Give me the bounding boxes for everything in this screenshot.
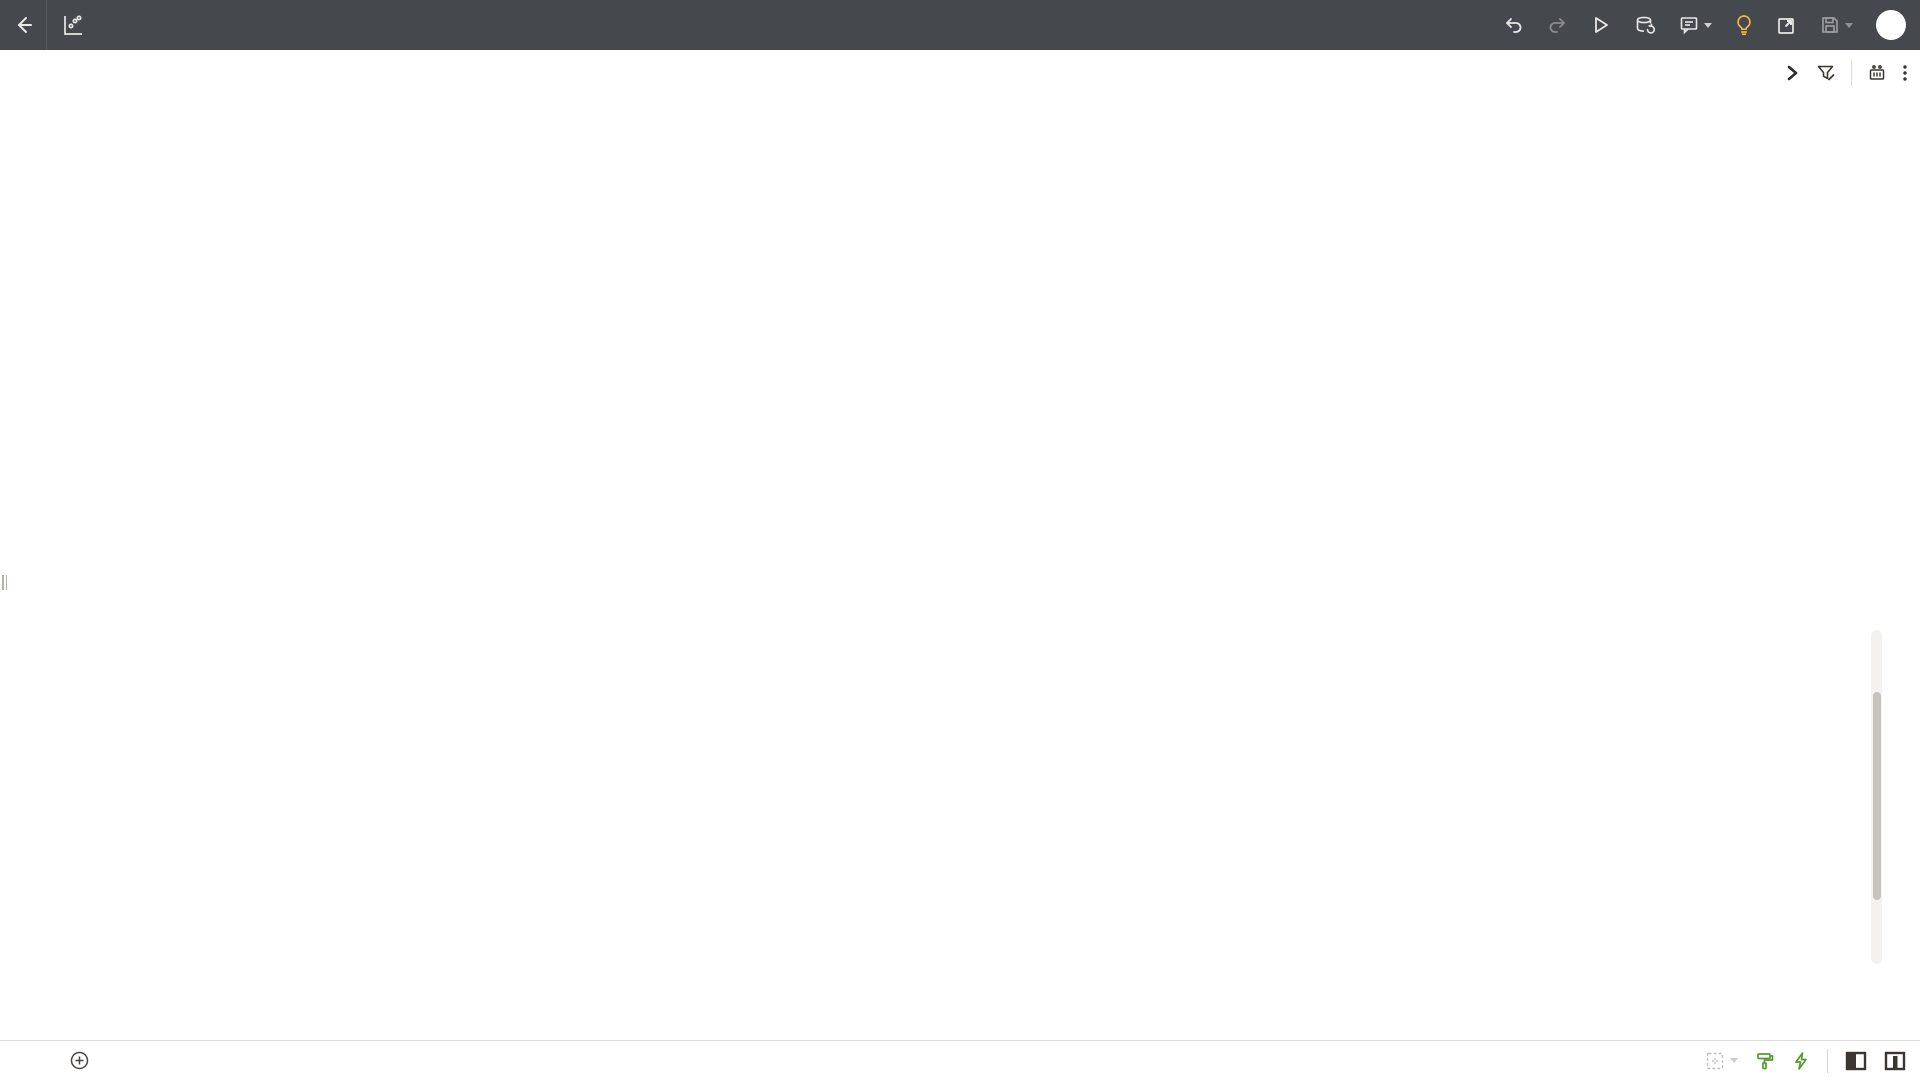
style-roller-icon[interactable]	[1755, 1051, 1775, 1071]
add-canvas-icon[interactable]	[70, 1051, 89, 1070]
open-in-new-window-icon[interactable]	[1776, 15, 1797, 36]
analytics-logo-icon	[61, 13, 85, 37]
app-header	[0, 0, 1920, 50]
table-scrollbar-thumb[interactable]	[1873, 692, 1881, 900]
auto-apply-bolt-icon[interactable]	[1792, 1051, 1810, 1071]
save-caret-icon	[1845, 23, 1853, 28]
comments-icon[interactable]	[1679, 15, 1712, 35]
filter-bar-divider	[1851, 60, 1852, 86]
comments-caret-icon	[1704, 23, 1712, 28]
canvas-drag-handle[interactable]	[2, 575, 7, 590]
table-scrollbar[interactable]	[1871, 630, 1882, 964]
line-chart-card	[24, 106, 959, 485]
undo-icon[interactable]	[1503, 15, 1524, 35]
table-container	[24, 630, 1882, 964]
insights-bulb-icon[interactable]	[1735, 14, 1753, 36]
canvas-toolbar	[1705, 1041, 1906, 1081]
run-play-icon[interactable]	[1591, 15, 1611, 35]
save-icon[interactable]	[1820, 15, 1853, 35]
canvas-settings-icon[interactable]	[1867, 63, 1887, 83]
canvas-tab-bar	[0, 1040, 1920, 1080]
receipt-details-section	[24, 608, 1896, 964]
header-toolbar	[1503, 0, 1906, 50]
filter-bar	[0, 50, 1920, 96]
canvas-layout-caret-icon	[1730, 1058, 1738, 1063]
filter-bar-controls	[1783, 57, 1908, 88]
expand-filters-chevron-icon[interactable]	[1783, 64, 1801, 82]
canvas-layout-icon[interactable]	[1705, 1051, 1738, 1071]
bar-chart-card	[978, 106, 1920, 485]
bar-chart-plot[interactable]	[978, 120, 1920, 478]
redo-icon[interactable]	[1547, 15, 1568, 35]
line-chart-plot[interactable]	[24, 120, 959, 478]
canvas-toolbar-divider	[1827, 1049, 1828, 1073]
account-avatar[interactable]	[1876, 10, 1906, 40]
refresh-data-icon[interactable]	[1634, 15, 1656, 36]
header-divider	[46, 0, 47, 50]
back-arrow-icon[interactable]	[0, 0, 46, 50]
filter-funnel-icon[interactable]	[1816, 63, 1836, 83]
panel-right-toggle-icon[interactable]	[1884, 1051, 1906, 1071]
kebab-menu-icon[interactable]	[1902, 63, 1908, 83]
panel-left-toggle-icon[interactable]	[1845, 1051, 1867, 1071]
